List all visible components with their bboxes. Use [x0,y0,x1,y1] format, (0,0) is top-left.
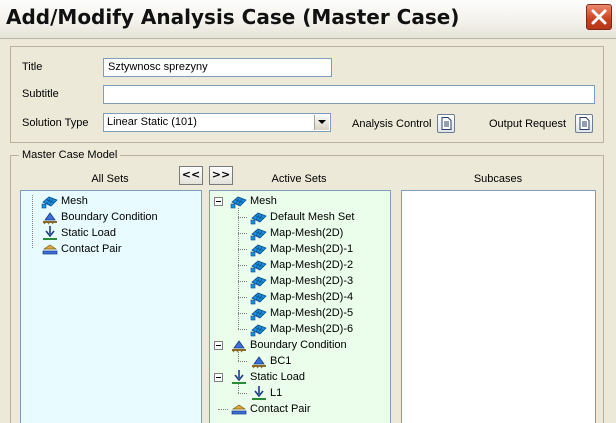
tree-item-label: Map-Mesh(2D)-4 [270,291,354,303]
mesh-icon [230,193,248,209]
active-sets-tree[interactable]: Mesh Default Mesh Set Map-Mesh(2D) Map-Mesh… [209,190,391,423]
solution-type-select[interactable]: Linear Static (101) [103,113,331,132]
title-label: Title [22,61,43,73]
tree-connector [238,361,247,362]
static-load-icon [230,369,248,385]
tree-connector [238,233,247,234]
tree-item-label: BC1 [270,355,292,367]
tree-item-label: Map-Mesh(2D)-3 [270,275,354,287]
tree-item-label: Mesh [61,195,88,207]
tree-connector [238,352,239,361]
subcases-header: Subcases [473,173,523,185]
all-sets-header: All Sets [91,173,129,185]
mesh-icon [250,241,268,257]
document-icon [441,117,452,130]
tree-connector [218,409,228,410]
output-request-button[interactable] [575,114,593,133]
solution-type-label: Solution Type [22,117,89,129]
title-bar: Add/Modify Analysis Case (Master Case) [0,0,616,39]
tree-item-label: Map-Mesh(2D)-2 [270,259,354,271]
tree-connector [238,265,247,266]
boundary-condition-icon [41,209,59,225]
tree-item-label: Mesh [250,195,277,207]
tree-item-label: Static Load [61,227,117,239]
mesh-icon [250,225,268,241]
collapse-toggle[interactable] [214,197,223,206]
mesh-icon [41,193,59,209]
mesh-icon [250,257,268,273]
boundary-condition-icon [230,337,248,353]
tree-item-label: L1 [270,387,283,399]
mesh-icon [250,321,268,337]
title-input[interactable]: Sztywnosc sprezyny [103,58,332,77]
tree-connector [238,217,247,218]
solution-type-value: Linear Static (101) [107,116,197,128]
mesh-icon [250,305,268,321]
tree-item-label: Map-Mesh(2D)-1 [270,243,354,255]
static-load-icon [41,225,59,241]
tree-item-label: Contact Pair [250,403,311,415]
document-icon [579,117,590,130]
tree-connector [238,208,239,329]
tree-connector [238,393,247,394]
window-title: Add/Modify Analysis Case (Master Case) [6,5,460,29]
close-icon [591,9,607,25]
mesh-icon [250,209,268,225]
tree-item-label: Static Load [250,371,306,383]
tree-connector [238,249,247,250]
master-case-group-label: Master Case Model [19,149,121,161]
analysis-control-label: Analysis Control [352,118,432,130]
boundary-condition-icon [250,353,268,369]
collapse-toggle[interactable] [214,373,223,382]
active-sets-header: Active Sets [271,173,327,185]
tree-item-label: Map-Mesh(2D) [270,227,344,239]
tree-connector [238,313,247,314]
mesh-icon [250,273,268,289]
tree-connector [238,384,239,393]
analysis-control-button[interactable] [437,114,455,133]
tree-connector [238,329,247,330]
subcases-list[interactable] [401,190,596,423]
tree-item-label: Map-Mesh(2D)-5 [270,307,354,319]
static-load-icon [250,385,268,401]
subtitle-input[interactable] [103,85,595,104]
close-button[interactable] [586,4,612,30]
subtitle-label: Subtitle [22,88,59,100]
contact-pair-icon [41,241,59,257]
contact-pair-icon [230,401,248,417]
tree-connector [238,297,247,298]
mesh-icon [250,289,268,305]
output-request-label: Output Request [489,118,567,130]
collapse-toggle[interactable] [214,341,223,350]
tree-connector [32,195,33,248]
tree-connector [238,281,247,282]
chevron-down-icon[interactable] [314,115,329,130]
all-sets-list[interactable]: Mesh Boundary Condition Static Load Contact… [20,190,202,423]
tree-item-label: Map-Mesh(2D)-6 [270,323,354,335]
move-left-button[interactable]: << [179,166,203,185]
tree-item-label: Default Mesh Set [270,211,355,223]
tree-item-label: Contact Pair [61,243,122,255]
tree-item-label: Boundary Condition [250,339,347,351]
tree-item-label: Boundary Condition [61,211,158,223]
